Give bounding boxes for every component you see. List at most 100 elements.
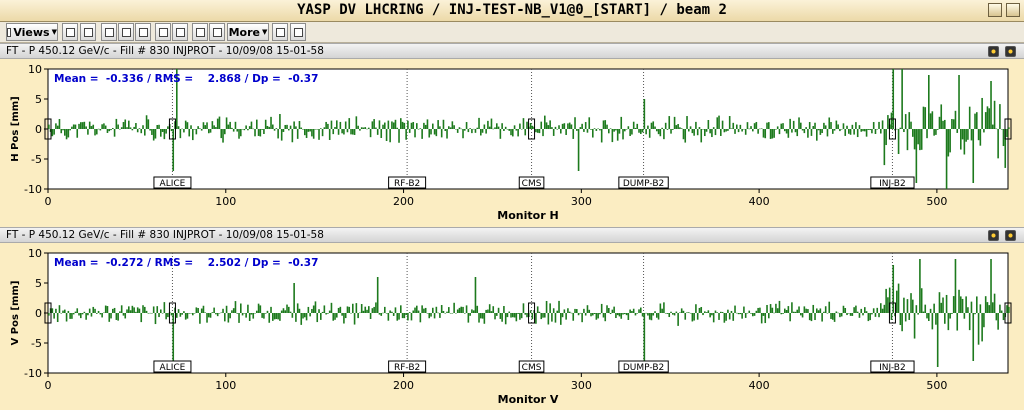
data-bar	[442, 310, 445, 313]
copy-button[interactable]	[172, 23, 188, 41]
data-bar	[979, 304, 982, 313]
data-bar	[862, 129, 864, 132]
data-bar	[181, 313, 183, 315]
data-bar	[362, 310, 365, 313]
data-bar	[851, 313, 854, 316]
data-bar	[554, 313, 557, 323]
data-bar	[716, 312, 719, 313]
config-icon[interactable]	[988, 230, 999, 241]
data-bar	[855, 122, 857, 129]
data-bar	[410, 313, 413, 321]
data-bar	[643, 99, 646, 129]
data-bar	[53, 313, 55, 319]
data-bar	[778, 129, 781, 135]
more-button[interactable]: More ▼	[227, 23, 269, 41]
data-bar	[87, 313, 89, 316]
data-bar	[330, 120, 333, 129]
rows-button[interactable]	[118, 23, 134, 41]
data-bar	[960, 296, 962, 313]
data-bar	[311, 308, 313, 313]
data-bar	[670, 311, 672, 313]
h-position-chart[interactable]: ALICE RF-B2 CMS DUMP-B2 INJ-B21050-5-100 100 2…	[0, 59, 1024, 227]
maximize-button[interactable]	[1006, 3, 1020, 17]
data-bar	[568, 311, 571, 313]
data-bar	[602, 313, 605, 318]
data-bar	[552, 129, 555, 136]
data-bar	[391, 311, 393, 313]
data-bar	[707, 310, 710, 313]
data-bar	[416, 305, 418, 313]
grid-layout-button[interactable]	[62, 23, 78, 41]
data-bar	[501, 123, 503, 129]
data-bar	[913, 313, 916, 339]
data-bar	[583, 308, 585, 313]
data-bar	[117, 313, 119, 321]
data-bar	[565, 313, 567, 320]
data-bar	[389, 129, 391, 143]
data-bar	[608, 307, 610, 313]
data-bar	[64, 129, 66, 136]
split-layout-button[interactable]	[80, 23, 96, 41]
data-bar	[757, 307, 759, 313]
data-bar	[883, 304, 886, 313]
columns-button[interactable]	[101, 23, 117, 41]
v-position-chart[interactable]: ALICE RF-B2 CMS DUMP-B2 INJ-B21050-5-100 100 2…	[0, 243, 1024, 410]
data-bar	[60, 129, 63, 134]
toolbar: Views ▼ More ▼	[0, 22, 1024, 43]
data-bar	[145, 115, 148, 129]
data-bar	[910, 293, 912, 313]
data-bar	[995, 313, 998, 321]
data-bar	[837, 312, 839, 314]
data-bar	[576, 309, 578, 313]
data-bar	[455, 313, 457, 314]
data-bar	[252, 313, 255, 319]
refresh-icon[interactable]	[1005, 46, 1016, 57]
data-bar	[885, 129, 887, 146]
settings-button[interactable]	[155, 23, 171, 41]
views-button[interactable]: Views ▼	[6, 23, 58, 41]
table-button[interactable]	[209, 23, 225, 41]
data-bar	[220, 312, 223, 314]
data-bar	[152, 129, 155, 141]
data-bar	[126, 309, 128, 313]
minimize-button[interactable]	[988, 3, 1002, 17]
data-bar	[273, 313, 276, 320]
data-bar	[263, 129, 265, 134]
data-bar	[837, 124, 839, 129]
y-tick-label: 5	[35, 93, 42, 106]
data-bar	[880, 129, 882, 134]
data-bar	[538, 311, 541, 313]
data-bar	[464, 129, 466, 131]
data-bar	[632, 121, 635, 129]
tiles-button[interactable]	[135, 23, 151, 41]
data-bar	[835, 311, 838, 313]
data-bar	[848, 313, 850, 314]
data-bar	[876, 307, 879, 313]
window-titlebar[interactable]: YASP DV LHCRING / INJ-TEST-NB_V1@0_[STAR…	[0, 0, 1024, 22]
data-bar	[360, 127, 363, 129]
data-bar	[542, 129, 544, 137]
data-bar	[988, 108, 991, 129]
data-bar	[378, 313, 381, 315]
chart-button[interactable]	[272, 23, 288, 41]
data-bar	[864, 307, 866, 313]
data-bar	[112, 308, 114, 313]
data-bar	[362, 127, 365, 129]
data-bar	[570, 124, 573, 129]
blank-button[interactable]	[192, 23, 208, 41]
data-bar	[680, 308, 683, 313]
refresh-icon[interactable]	[1005, 230, 1016, 241]
config-icon[interactable]	[988, 46, 999, 57]
data-bar	[558, 300, 560, 313]
data-bar	[568, 122, 571, 129]
data-bar	[540, 121, 543, 129]
data-bar	[277, 129, 279, 139]
data-bar	[711, 129, 713, 138]
data-bar	[120, 305, 123, 313]
data-bar	[771, 129, 774, 139]
data-bar	[430, 129, 432, 135]
data-bar	[679, 127, 681, 129]
data-bar	[725, 313, 727, 321]
data-bar	[499, 129, 502, 139]
print-button[interactable]	[290, 23, 306, 41]
